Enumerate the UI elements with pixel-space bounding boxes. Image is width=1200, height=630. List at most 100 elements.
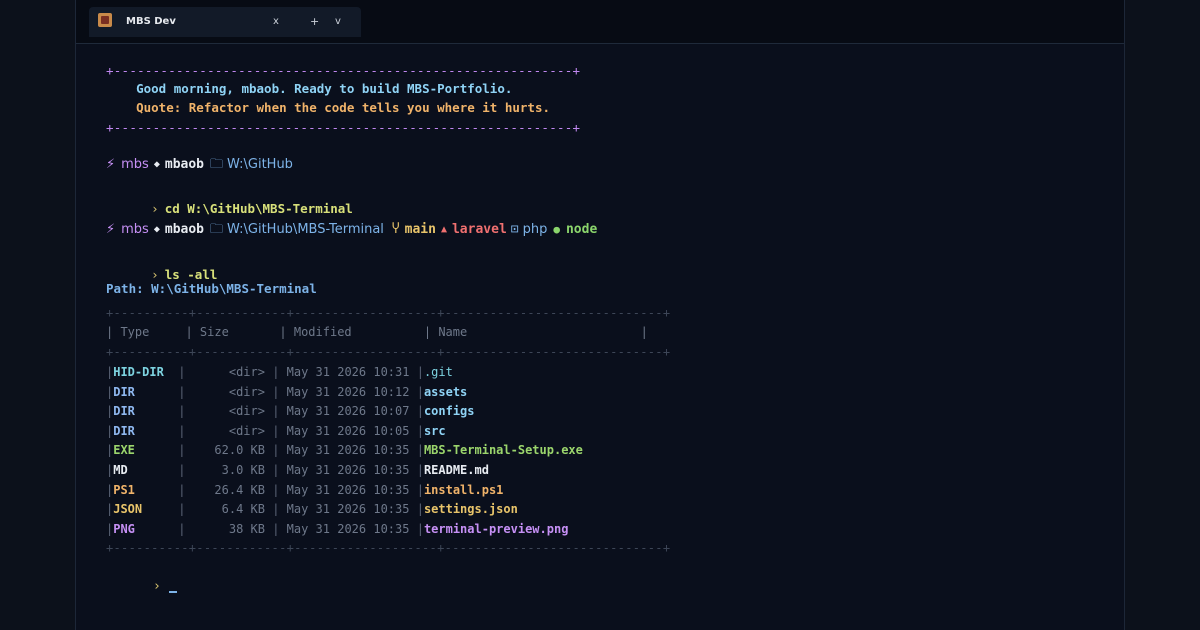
cell-type: DIR bbox=[113, 404, 135, 419]
cell-modified: May 31 2026 10:12 bbox=[286, 384, 410, 399]
terminal-output[interactable]: +---------------------------------------… bbox=[76, 43, 1124, 630]
cell-separator: | bbox=[134, 482, 193, 497]
caret-icon: › bbox=[151, 267, 159, 282]
cell-name: .git bbox=[423, 365, 453, 379]
chevron-down-icon[interactable]: v bbox=[335, 16, 341, 27]
cell-size: 6.4 KB bbox=[192, 502, 265, 517]
prompt-line: ⚡ mbs ◆ mbaob 🗀 W:\GitHub bbox=[106, 157, 293, 173]
caret-icon: › bbox=[151, 201, 159, 216]
cell-size: <dir> bbox=[192, 423, 265, 438]
tab-mbs-dev[interactable]: MBS Dev x + v bbox=[89, 7, 361, 37]
cell-size: 3.0 KB bbox=[192, 463, 265, 477]
cell-modified: May 31 2026 10:35 bbox=[286, 463, 410, 477]
table-border: +----------+------------+---------------… bbox=[106, 306, 671, 320]
cell-modified: May 31 2026 10:05 bbox=[286, 423, 410, 438]
branch-label: main bbox=[404, 222, 436, 237]
cell-separator: | bbox=[134, 423, 193, 438]
prompt-line: ⚡ mbs ◆ mbaob 🗀 W:\GitHub\MBS-Terminal Ⴤ… bbox=[106, 222, 597, 238]
cell-separator: | bbox=[409, 404, 424, 419]
text-cursor bbox=[168, 591, 177, 593]
cell-name: src bbox=[423, 423, 446, 438]
diamond-icon: ◆ bbox=[153, 159, 160, 170]
table-row: |DIR | <dir> | May 31 2026 10:05 |src bbox=[106, 423, 446, 439]
cell-modified: May 31 2026 10:07 bbox=[286, 404, 410, 419]
cell-separator: | bbox=[134, 404, 193, 419]
cell-separator: | bbox=[264, 423, 287, 438]
cell-size: 62.0 KB bbox=[192, 443, 265, 458]
input-line[interactable]: › bbox=[106, 563, 177, 611]
lang-label: php bbox=[522, 222, 548, 237]
cell-separator: | bbox=[134, 521, 193, 536]
lightning-icon: ⚡ bbox=[106, 157, 116, 172]
cell-separator: | bbox=[409, 521, 424, 536]
command-text: cd W:\GitHub\MBS-Terminal bbox=[164, 201, 353, 216]
framework-label: laravel bbox=[451, 222, 507, 237]
table-row: |DIR | <dir> | May 31 2026 10:12 |assets bbox=[106, 384, 467, 400]
cell-separator: | bbox=[264, 463, 287, 477]
titlebar: MBS Dev x + v bbox=[76, 0, 1124, 44]
user-label: mbaob bbox=[164, 222, 205, 237]
cell-modified: May 31 2026 10:35 bbox=[286, 502, 410, 517]
table-row: |EXE | 62.0 KB | May 31 2026 10:35 |MBS-… bbox=[106, 442, 583, 458]
profile-icon bbox=[98, 13, 112, 27]
tab-title: MBS Dev bbox=[126, 16, 176, 27]
cell-separator: | bbox=[409, 365, 424, 379]
cell-type: JSON bbox=[113, 502, 143, 517]
user-label: mbaob bbox=[164, 157, 205, 172]
cell-name: install.ps1 bbox=[423, 482, 504, 497]
banner-quote: Quote: Refactor when the code tells you … bbox=[106, 100, 551, 115]
cell-modified: May 31 2026 10:35 bbox=[286, 521, 410, 536]
diamond-icon: ◆ bbox=[153, 224, 160, 235]
cell-name: assets bbox=[423, 384, 468, 399]
table-border: +----------+------------+---------------… bbox=[106, 345, 671, 359]
cell-separator: | bbox=[264, 404, 287, 419]
cell-type: DIR bbox=[113, 423, 135, 438]
table-header: | Type | Size | Modified | Name | bbox=[106, 325, 648, 339]
triangle-icon: ▲ bbox=[440, 224, 447, 235]
cell-type: EXE bbox=[113, 443, 135, 458]
lightning-icon: ⚡ bbox=[106, 222, 116, 237]
cell-size: <dir> bbox=[192, 384, 265, 399]
cell-size: 26.4 KB bbox=[192, 482, 265, 497]
cell-separator: | bbox=[409, 502, 424, 517]
cell-size: 38 KB bbox=[192, 521, 265, 536]
folder-icon: 🗀 bbox=[210, 222, 224, 237]
table-row: |PS1 | 26.4 KB | May 31 2026 10:35 |inst… bbox=[106, 482, 503, 498]
cell-separator: | bbox=[264, 384, 287, 399]
table-row: |PNG | 38 KB | May 31 2026 10:35 |termin… bbox=[106, 521, 568, 537]
table-row: |DIR | <dir> | May 31 2026 10:07 |config… bbox=[106, 403, 475, 419]
table-row: |MD | 3.0 KB | May 31 2026 10:35 |README… bbox=[106, 462, 489, 478]
folder-icon: 🗀 bbox=[210, 157, 224, 172]
cell-modified: May 31 2026 10:35 bbox=[286, 482, 410, 497]
table-border: +----------+------------+---------------… bbox=[106, 541, 671, 555]
cell-type: PS1 bbox=[113, 482, 135, 497]
path-label: W:\GitHub bbox=[227, 157, 293, 172]
cell-separator: | bbox=[409, 482, 424, 497]
command-text: ls -all bbox=[164, 267, 218, 282]
listing-path: Path: W:\GitHub\MBS-Terminal bbox=[106, 281, 317, 296]
path-label: W:\GitHub\MBS-Terminal bbox=[227, 222, 384, 237]
cell-name: MBS-Terminal-Setup.exe bbox=[423, 443, 583, 458]
cell-separator: | bbox=[264, 521, 287, 536]
terminal-window: MBS Dev x + v +-------------------------… bbox=[75, 0, 1125, 630]
new-tab-button[interactable]: + bbox=[310, 15, 319, 28]
table-row: |HID-DIR | <dir> | May 31 2026 10:31 |.g… bbox=[106, 364, 453, 380]
cell-type: PNG bbox=[113, 521, 135, 536]
cell-separator: | bbox=[134, 384, 193, 399]
cell-modified: May 31 2026 10:35 bbox=[286, 443, 410, 458]
runtime-label: node bbox=[565, 222, 598, 237]
cell-separator: | bbox=[409, 463, 424, 477]
cell-name: settings.json bbox=[423, 502, 518, 517]
cell-size: <dir> bbox=[192, 404, 265, 419]
banner-border-bottom: +---------------------------------------… bbox=[106, 120, 581, 135]
banner-greeting: Good morning, mbaob. Ready to build MBS-… bbox=[106, 81, 513, 96]
close-icon[interactable]: x bbox=[273, 16, 279, 27]
cell-separator: | bbox=[134, 443, 193, 458]
cell-type: DIR bbox=[113, 384, 135, 399]
distro-label: mbs bbox=[121, 222, 149, 237]
cell-separator: | bbox=[127, 463, 193, 477]
cell-type: HID-DIR bbox=[113, 365, 164, 379]
caret-icon: › bbox=[152, 579, 161, 594]
table-row: |JSON | 6.4 KB | May 31 2026 10:35 |sett… bbox=[106, 501, 518, 517]
cell-separator: | bbox=[264, 443, 287, 458]
